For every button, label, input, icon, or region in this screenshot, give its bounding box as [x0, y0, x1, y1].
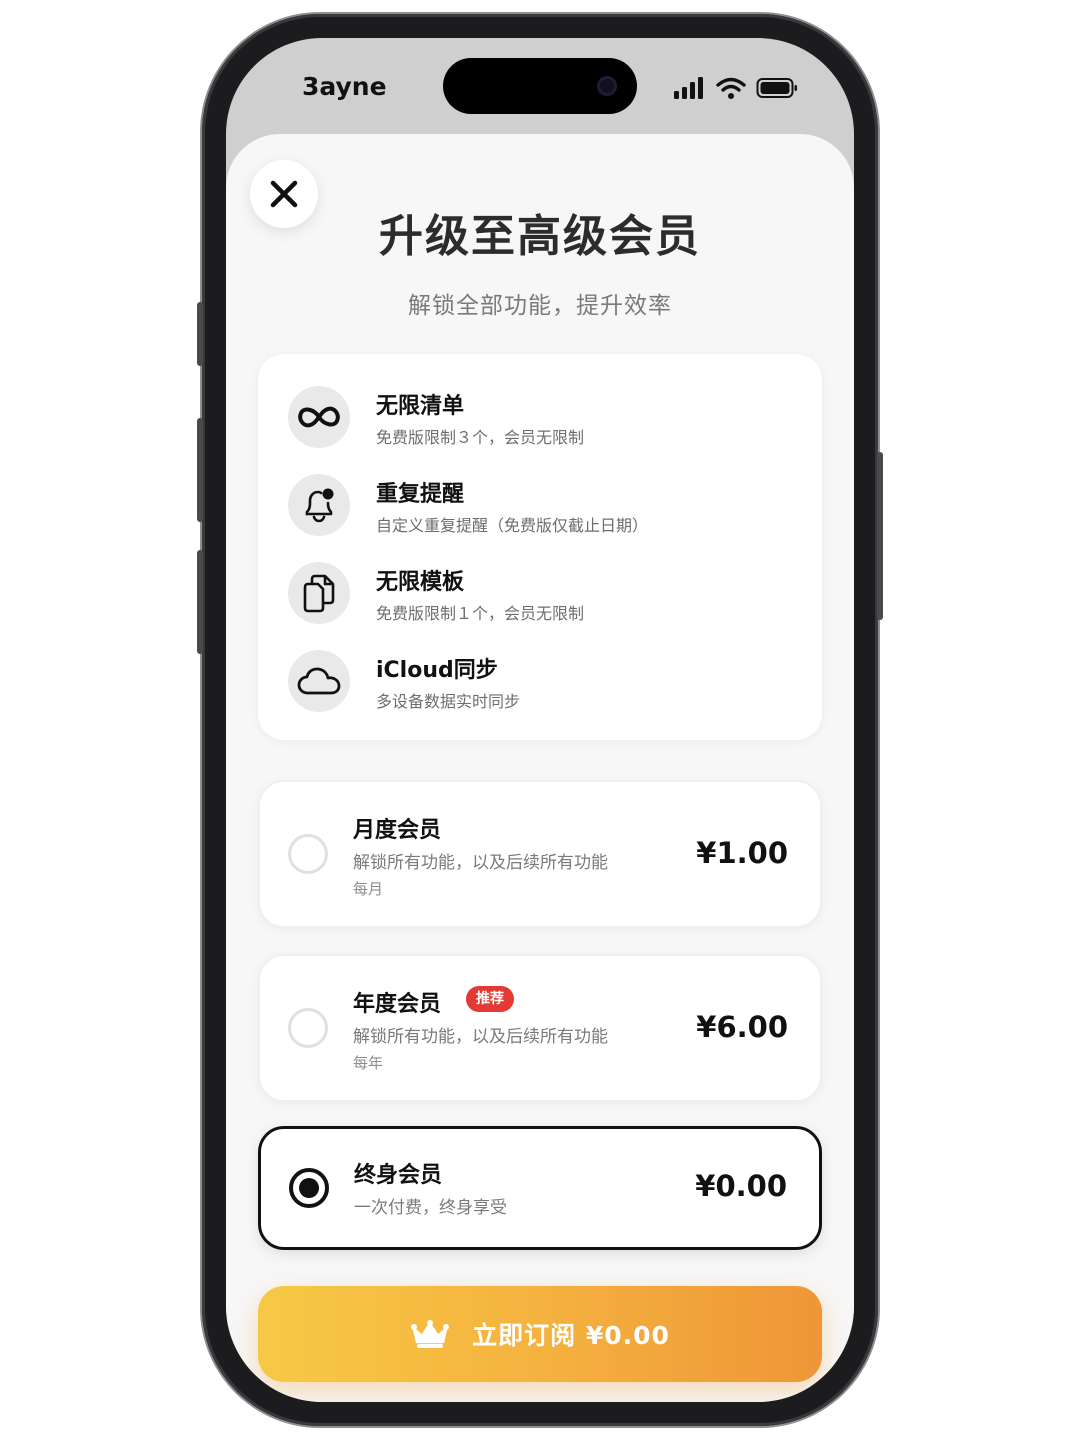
bell-badge-icon	[305, 488, 334, 523]
page-title: 升级至高级会员	[379, 211, 701, 262]
feature-icon-wrap	[288, 474, 350, 536]
plan-radio[interactable]	[288, 1008, 328, 1048]
feature-title: 重复提醒	[376, 482, 465, 507]
plan-monthly[interactable]: 月度会员 解锁所有功能，以及后续所有功能 每月 ¥1.00	[258, 780, 822, 928]
wifi-icon	[716, 77, 746, 99]
crown-icon	[411, 1320, 450, 1348]
screen: 3ayne 升级至高级会员 解锁全部功能，提升效率 无限清单 免费版限制３个，会…	[226, 38, 854, 1402]
feature-item-unlimited-lists: 无限清单 免费版限制３个，会员无限制	[288, 386, 798, 450]
status-icons	[674, 74, 798, 102]
feature-desc: 自定义重复提醒（免费版仅截止日期）	[376, 516, 649, 535]
volume-down-button	[197, 550, 203, 654]
features-card: 无限清单 免费版限制３个，会员无限制 重复提醒 自定义重复提醒（免费版仅截止日期…	[258, 354, 822, 740]
battery-icon	[756, 78, 797, 98]
carrier-label: 3ayne	[302, 72, 387, 101]
page-subtitle: 解锁全部功能，提升效率	[408, 293, 672, 319]
subscribe-label: 立即订阅 ¥0.00	[472, 1321, 670, 1350]
plan-desc: 一次付费，终身享受	[354, 1198, 507, 1218]
plan-radio[interactable]	[288, 834, 328, 874]
plan-price: ¥1.00	[696, 836, 788, 870]
feature-item-icloud-sync: iCloud同步 多设备数据实时同步	[288, 650, 798, 714]
documents-icon	[303, 574, 335, 613]
camera-icon	[597, 76, 617, 96]
feature-icon-wrap	[288, 562, 350, 624]
subscribe-button[interactable]: 立即订阅 ¥0.00	[258, 1286, 822, 1382]
feature-desc: 多设备数据实时同步	[376, 692, 521, 711]
infinity-icon	[298, 406, 340, 428]
feature-icon-wrap	[288, 650, 350, 712]
recommended-badge: 推荐	[466, 986, 514, 1012]
plan-yearly[interactable]: 年度会员 推荐 解锁所有功能，以及后续所有功能 每年 ¥6.00	[258, 954, 822, 1102]
plan-name: 年度会员	[353, 992, 442, 1017]
feature-item-unlimited-templates: 无限模板 免费版限制１个，会员无限制	[288, 562, 798, 626]
plan-period: 每年	[353, 1054, 384, 1072]
action-button	[197, 302, 203, 366]
plan-desc: 解锁所有功能，以及后续所有功能	[353, 853, 608, 873]
power-button	[877, 452, 883, 620]
volume-up-button	[197, 418, 203, 522]
plan-name: 月度会员	[353, 818, 442, 843]
plan-price: ¥6.00	[696, 1010, 788, 1044]
plan-period: 每月	[353, 880, 384, 898]
feature-desc: 免费版限制１个，会员无限制	[376, 604, 585, 623]
plan-desc: 解锁所有功能，以及后续所有功能	[353, 1027, 608, 1047]
feature-desc: 免费版限制３个，会员无限制	[376, 428, 585, 447]
upgrade-sheet: 升级至高级会员 解锁全部功能，提升效率 无限清单 免费版限制３个，会员无限制 重…	[226, 134, 854, 1402]
plan-price: ¥0.00	[695, 1169, 787, 1203]
plan-name: 终身会员	[354, 1163, 443, 1188]
feature-icon-wrap	[288, 386, 350, 448]
feature-item-repeat-reminder: 重复提醒 自定义重复提醒（免费版仅截止日期）	[288, 474, 798, 538]
signal-icon	[674, 77, 703, 99]
status-bar: 3ayne	[226, 38, 854, 138]
cloud-icon	[297, 667, 341, 695]
feature-title: 无限清单	[376, 394, 465, 419]
feature-title: iCloud同步	[376, 658, 498, 683]
feature-title: 无限模板	[376, 570, 465, 595]
plan-lifetime[interactable]: 终身会员 一次付费，终身享受 ¥0.00	[258, 1126, 822, 1250]
plan-radio-selected[interactable]	[289, 1168, 329, 1208]
dynamic-island	[443, 58, 637, 114]
